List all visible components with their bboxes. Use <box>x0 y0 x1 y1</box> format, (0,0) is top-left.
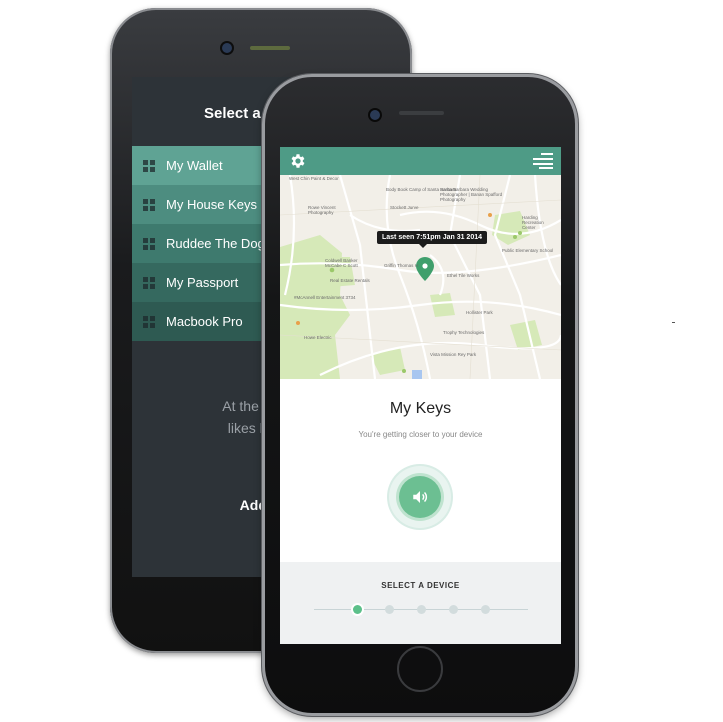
grid-icon <box>143 159 155 172</box>
device-selector-panel: SELECT A DEVICE <box>280 562 561 644</box>
play-sound-button[interactable] <box>399 476 441 518</box>
device-status: You're getting closer to your device <box>358 430 483 439</box>
grid-icon <box>143 315 155 328</box>
map-label: Real Estate Rentals <box>330 278 370 283</box>
tracker-screen: West Chin Paint & Decor Body Book Camp o… <box>280 147 561 644</box>
map-label: Vista Mission Rey Park <box>430 352 477 357</box>
map-label: Rowe Vincent Photography <box>308 205 336 215</box>
device-label: My Passport <box>166 275 239 290</box>
map-label: #McAnnell Entertainment 3734 <box>294 295 356 300</box>
front-camera <box>222 43 232 53</box>
map-label: Griffin Thomas H <box>384 263 418 268</box>
earpiece-speaker <box>250 46 290 50</box>
speaker-icon <box>413 491 428 503</box>
map-label: Hollister Park <box>466 310 493 315</box>
stray-mark <box>672 322 675 323</box>
map-label: Stockett Jurve <box>390 205 419 210</box>
map-label: Trophy Technologies <box>443 330 485 335</box>
top-bar <box>280 147 561 175</box>
pager-dot[interactable] <box>353 605 362 614</box>
map-label: Coldwell Banker McCabe C Scott <box>325 258 358 268</box>
location-map[interactable]: West Chin Paint & Decor Body Book Camp o… <box>280 175 561 379</box>
earpiece-speaker <box>399 111 444 115</box>
map-label: West Chin Paint & Decor <box>289 176 339 181</box>
grid-icon <box>143 237 155 250</box>
map-label: Harding Recreation Center <box>522 215 544 230</box>
map-label: Santa Barbara Wedding Photographer | Ban… <box>440 187 503 202</box>
sound-button-ring <box>389 466 451 528</box>
device-label: Ruddee The Dog <box>166 236 265 251</box>
pager-dot[interactable] <box>385 605 394 614</box>
pager-dot[interactable] <box>449 605 458 614</box>
gear-icon[interactable] <box>289 152 307 170</box>
select-device-label[interactable]: SELECT A DEVICE <box>280 581 561 590</box>
grid-icon <box>143 198 155 211</box>
grid-icon <box>143 276 155 289</box>
home-button[interactable] <box>397 646 443 692</box>
menu-icon[interactable] <box>533 153 553 169</box>
map-label: Ethel Tile Works <box>447 273 480 278</box>
device-name: My Keys <box>389 400 452 417</box>
map-label: Howe Electric <box>304 335 332 340</box>
device-label: My Wallet <box>166 158 223 173</box>
device-label: Macbook Pro <box>166 314 243 329</box>
device-label: My House Keys <box>166 197 258 212</box>
pager-dot[interactable] <box>417 605 426 614</box>
last-seen-tooltip: Last seen 7:51pm Jan 31 2014 <box>377 231 488 248</box>
pager-dot[interactable] <box>481 605 490 614</box>
front-camera <box>370 110 380 120</box>
map-label: Public Elementary School <box>502 248 554 253</box>
